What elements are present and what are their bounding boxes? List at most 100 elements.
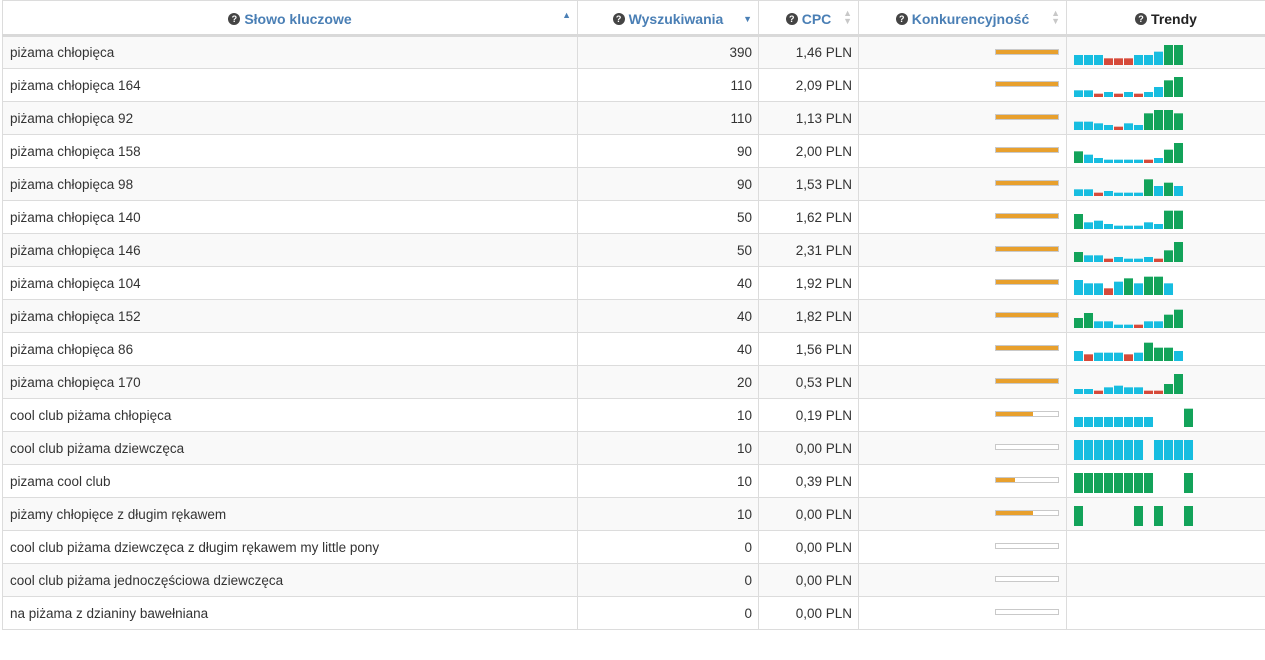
competition-cell <box>858 35 1067 69</box>
column-label-searches: Wyszukiwania <box>628 10 724 27</box>
trend-bar <box>1124 324 1133 328</box>
trend-bar <box>1134 125 1143 130</box>
trend-bar <box>1144 113 1153 130</box>
trend-bar <box>1084 55 1093 65</box>
competition-cell <box>858 167 1067 201</box>
trend-bar <box>1104 352 1113 361</box>
table-row[interactable]: pizama cool club 10 0,39 PLN <box>2 464 1265 498</box>
question-circle-icon[interactable]: ? <box>785 12 798 25</box>
table-row[interactable]: cool club piżama jednoczęściowa dziewczę… <box>2 563 1265 597</box>
question-circle-icon[interactable]: ? <box>612 12 625 25</box>
trend-bar <box>1164 347 1173 361</box>
trend-bar <box>1094 321 1103 328</box>
competition-bar <box>995 147 1059 153</box>
keyword-cell: cool club piżama jednoczęściowa dziewczę… <box>2 563 578 597</box>
trend-bar <box>1104 125 1113 130</box>
trend-bar <box>1114 257 1123 262</box>
keyword-cell: piżama chłopięca 86 <box>2 332 578 366</box>
table-row[interactable]: piżama chłopięca 152 40 1,82 PLN <box>2 299 1265 333</box>
trend-bar <box>1124 192 1133 196</box>
table-row[interactable]: piżama chłopięca 140 50 1,62 PLN <box>2 200 1265 234</box>
competition-bar <box>995 312 1059 318</box>
competition-cell <box>858 596 1067 630</box>
trend-bar <box>1094 55 1103 65</box>
trend-cell <box>1066 101 1265 135</box>
trend-bar <box>1084 154 1093 163</box>
table-row[interactable]: piżama chłopięca 92 110 1,13 PLN <box>2 101 1265 135</box>
question-circle-icon[interactable]: ? <box>1135 12 1148 25</box>
cpc-cell: 0,39 PLN <box>758 464 859 498</box>
trend-bar <box>1104 417 1113 427</box>
trend-bar <box>1094 283 1103 295</box>
question-circle-icon[interactable]: ? <box>228 12 241 25</box>
trend-bar <box>1074 151 1083 163</box>
table-row[interactable]: piżama chłopięca 146 50 2,31 PLN <box>2 233 1265 267</box>
trend-sparkline <box>1074 179 1183 196</box>
keyword-cell: cool club piżama chłopięca <box>2 398 578 432</box>
competition-bar <box>995 510 1059 516</box>
column-header-competition[interactable]: ? Konkurencyjność ▲ ▼ <box>858 0 1067 37</box>
keyword-cell: piżama chłopięca 158 <box>2 134 578 168</box>
trend-bar <box>1084 255 1093 262</box>
table-row[interactable]: na piżama z dzianiny bawełniana 0 0,00 PLN <box>2 596 1265 630</box>
trend-bar <box>1084 90 1093 97</box>
trend-bar <box>1154 186 1163 196</box>
competition-cell <box>858 101 1067 135</box>
competition-bar <box>995 477 1059 483</box>
trend-bar <box>1134 387 1143 394</box>
column-label-competition: Konkurencyjność <box>911 10 1030 27</box>
competition-bar-fill <box>996 214 1058 218</box>
trend-bar <box>1094 220 1103 229</box>
table-row[interactable]: piżama chłopięca 164 110 2,09 PLN <box>2 68 1265 102</box>
table-row[interactable]: cool club piżama chłopięca 10 0,19 PLN <box>2 398 1265 432</box>
cpc-cell: 2,31 PLN <box>758 233 859 267</box>
column-header-searches[interactable]: ? Wyszukiwania ▼ <box>577 0 759 37</box>
trend-bar <box>1084 189 1093 196</box>
searches-cell: 90 <box>577 134 759 168</box>
table-row[interactable]: piżama chłopięca 86 40 1,56 PLN <box>2 332 1265 366</box>
table-row[interactable]: piżama chłopięca 390 1,46 PLN <box>2 35 1265 69</box>
trend-bar <box>1074 417 1083 427</box>
competition-cell <box>858 530 1067 564</box>
trend-bar <box>1144 342 1153 361</box>
sort-both-icon: ▲ ▼ <box>843 8 852 26</box>
trend-bar <box>1074 280 1083 295</box>
keyword-cell: piżamy chłopięce z długim rękawem <box>2 497 578 531</box>
competition-bar <box>995 411 1059 417</box>
competition-cell <box>858 563 1067 597</box>
trend-bar <box>1134 225 1143 229</box>
trend-bar <box>1154 110 1163 130</box>
trend-bar <box>1114 324 1123 328</box>
trend-sparkline <box>1074 473 1193 493</box>
competition-bar-fill <box>996 412 1034 416</box>
trend-bar <box>1114 159 1123 163</box>
trend-bar <box>1084 440 1093 460</box>
table-row[interactable]: piżamy chłopięce z długim rękawem 10 0,00 … <box>2 497 1265 531</box>
trend-bar <box>1154 506 1163 526</box>
cpc-cell: 1,62 PLN <box>758 200 859 234</box>
table-row[interactable]: cool club piżama dziewczęca 10 0,00 PLN <box>2 431 1265 465</box>
column-header-cpc[interactable]: ? CPC ▲ ▼ <box>758 0 859 37</box>
keywords-table: ? Słowo kluczowe ▲ ? Wyszukiwania ▼ ? CP… <box>2 0 1265 630</box>
table-row[interactable]: piżama chłopięca 170 20 0,53 PLN <box>2 365 1265 399</box>
table-row[interactable]: piżama chłopięca 158 90 2,00 PLN <box>2 134 1265 168</box>
trend-bar <box>1124 387 1133 394</box>
competition-bar <box>995 576 1059 582</box>
question-circle-icon[interactable]: ? <box>895 12 908 25</box>
trend-bar <box>1174 440 1183 460</box>
keyword-cell: cool club piżama dziewczęca z długim ręk… <box>2 530 578 564</box>
table-row[interactable]: piżama chłopięca 104 40 1,92 PLN <box>2 266 1265 300</box>
competition-bar <box>995 48 1059 55</box>
column-header-keyword[interactable]: ? Słowo kluczowe ▲ <box>2 0 578 37</box>
competition-bar <box>995 213 1059 219</box>
table-row[interactable]: piżama chłopięca 98 90 1,53 PLN <box>2 167 1265 201</box>
trend-bar <box>1074 121 1083 130</box>
cpc-cell: 1,46 PLN <box>758 35 859 69</box>
competition-cell <box>858 68 1067 102</box>
table-row[interactable]: cool club piżama dziewczęca z długim ręk… <box>2 530 1265 564</box>
column-label-keyword: Słowo kluczowe <box>244 10 352 27</box>
searches-cell: 0 <box>577 530 759 564</box>
trend-bar <box>1124 258 1133 262</box>
cpc-cell: 1,13 PLN <box>758 101 859 135</box>
trend-bar <box>1114 440 1123 460</box>
